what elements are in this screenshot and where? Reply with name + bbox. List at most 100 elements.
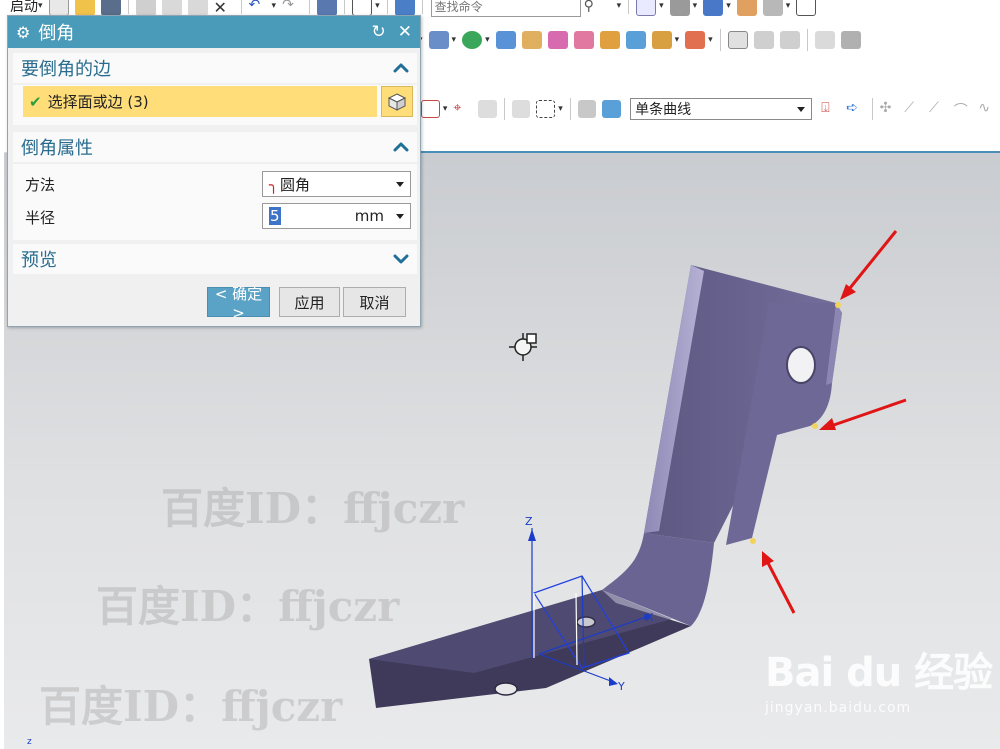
shaded-cube-icon[interactable] (703, 0, 724, 16)
start-menu[interactable]: 启动 (10, 0, 38, 16)
section-header-preview[interactable]: 预览 (13, 244, 417, 274)
snap-tangent-icon[interactable]: ⟋ (929, 100, 948, 118)
boss-icon[interactable] (573, 31, 594, 49)
chevron-down-icon[interactable]: ▾ (452, 35, 457, 45)
select-feature-icon[interactable] (511, 100, 531, 118)
toolbar-divider (127, 0, 129, 14)
snap-end-icon[interactable]: ✣ (880, 100, 899, 118)
toolbar-divider (344, 0, 346, 14)
chevron-down-icon[interactable]: ▾ (558, 104, 563, 114)
cancel-button[interactable]: 取消 (343, 287, 406, 317)
window-icon[interactable] (352, 0, 373, 16)
chevron-down-icon[interactable]: ▾ (726, 1, 731, 11)
slot-icon[interactable] (651, 31, 672, 49)
cube-icon (387, 92, 407, 111)
ok-button[interactable]: < 确定 > (207, 285, 270, 322)
chevron-down-icon[interactable]: ▾ (675, 35, 680, 45)
method-select[interactable]: ╮ 圆角 (262, 171, 411, 197)
pad-icon[interactable] (625, 31, 646, 49)
box-icon[interactable] (796, 0, 817, 16)
copy-icon[interactable] (161, 0, 182, 16)
chevron-down-icon[interactable]: ▾ (617, 1, 622, 11)
crosshair-cursor-icon (509, 333, 537, 361)
section-header-properties[interactable]: 倒角属性 (13, 132, 417, 162)
section-title-edges: 要倒角的边 (21, 59, 111, 80)
open-folder-icon[interactable] (74, 0, 95, 16)
datum-point-icon[interactable] (462, 31, 483, 49)
toolbar-divider (240, 0, 242, 14)
close-icon[interactable]: ✕ (398, 22, 412, 42)
select-cube-button[interactable] (381, 86, 413, 117)
shell-icon[interactable] (814, 31, 835, 49)
toolbar-row-features: ▾ ▾ ▾ ▾ ▾ (418, 25, 1000, 55)
pocket-icon[interactable] (599, 31, 620, 49)
command-finder-icon[interactable] (394, 0, 415, 16)
radius-unit[interactable]: mm (355, 207, 384, 225)
emboss-icon[interactable] (521, 31, 542, 49)
pattern-icon[interactable] (753, 31, 774, 49)
material-icon[interactable] (736, 0, 757, 16)
toolbar-row-selection: ▾ ⌖ ▾ 单条曲线 ⍗ ➪ ✣ ⟋ ⟋ ⌒ ∿ (418, 94, 1000, 124)
stop-at-intersection-icon[interactable]: ⍗ (821, 100, 840, 118)
follow-fillet-icon[interactable]: ➪ (846, 100, 865, 118)
select-face-or-edge[interactable]: ✔ 选择面或边 (3) (23, 86, 377, 117)
chevron-down-icon[interactable]: ▾ (786, 1, 791, 11)
snap-arc-icon[interactable]: ⌒ (954, 100, 973, 119)
section-title-preview: 预览 (21, 250, 57, 271)
selected-edge-2 (812, 423, 818, 429)
curve-rule-select[interactable]: 单条曲线 (630, 98, 813, 120)
hand-select-icon[interactable] (478, 100, 497, 118)
touch-mode-icon[interactable] (317, 0, 338, 16)
selection-label: 选择面或边 (3) (47, 93, 149, 111)
command-search-input[interactable] (430, 0, 581, 17)
toolbar-divider (628, 0, 630, 14)
chevron-down-icon[interactable]: ▾ (38, 1, 43, 11)
view-fit-icon[interactable] (636, 0, 657, 16)
point-on-curve-icon[interactable]: ⌖ (453, 100, 472, 118)
snap-point-icon[interactable] (421, 100, 440, 118)
gear-icon: ⚙ (16, 22, 31, 42)
redo-icon[interactable]: ↷ (282, 0, 302, 15)
round-corner-icon: ╮ (269, 175, 279, 194)
sketch-icon[interactable] (495, 31, 516, 49)
undo-icon[interactable]: ↶ (249, 0, 269, 15)
chevron-down-icon[interactable]: ▾ (485, 35, 490, 45)
extrude-icon[interactable] (428, 31, 449, 49)
method-value-wrap: ╮ 圆角 (269, 174, 310, 195)
radius-input[interactable]: 5 mm (262, 203, 411, 229)
rectangle-select-icon[interactable] (536, 100, 556, 118)
section-header-edges[interactable]: 要倒角的边 (13, 53, 417, 83)
save-icon[interactable] (100, 0, 121, 16)
body-filter-icon[interactable] (602, 100, 622, 118)
dialog-title-bar[interactable]: ⚙ 倒角 ↻ ✕ (8, 16, 420, 48)
chevron-down-icon[interactable]: ▾ (375, 1, 380, 11)
groove-icon[interactable] (685, 31, 706, 49)
chevron-down-icon[interactable]: ▾ (693, 1, 698, 11)
search-icon[interactable]: ⚲ (584, 0, 614, 16)
datum-plane-icon[interactable] (727, 31, 748, 49)
chevron-down-icon[interactable]: ▾ (272, 1, 277, 11)
chevron-down-icon[interactable] (396, 213, 404, 219)
watermark-3: 百度ID：ffjczr (39, 682, 343, 731)
apply-button[interactable]: 应用 (279, 287, 340, 317)
chevron-down-icon[interactable]: ▾ (659, 1, 664, 11)
delete-icon[interactable]: ✕ (214, 0, 234, 17)
new-file-icon[interactable] (48, 0, 69, 16)
cut-icon[interactable] (135, 0, 156, 16)
face-filter-icon[interactable] (577, 100, 597, 118)
hole-icon[interactable] (547, 31, 568, 49)
selected-edge-3 (750, 538, 756, 544)
chamfer-dialog[interactable]: ⚙ 倒角 ↻ ✕ 要倒角的边 ✔ 选择面或边 (3) 倒角属性 方法 ╮圆角 (7, 15, 421, 327)
snap-quadrant-icon[interactable]: ∿ (978, 100, 997, 118)
render-style-icon[interactable] (669, 0, 690, 16)
trim-body-icon[interactable] (840, 31, 861, 49)
chevron-down-icon[interactable]: ▾ (708, 35, 713, 45)
reset-icon[interactable]: ↻ (372, 22, 386, 42)
snap-line-icon[interactable]: ⟋ (904, 100, 923, 118)
section-title-properties: 倒角属性 (21, 138, 93, 159)
layer-icon[interactable] (762, 0, 783, 16)
paste-icon[interactable] (187, 0, 208, 16)
mirror-icon[interactable] (779, 31, 800, 49)
radius-value[interactable]: 5 (269, 207, 281, 225)
chevron-down-icon[interactable]: ▾ (443, 104, 448, 114)
